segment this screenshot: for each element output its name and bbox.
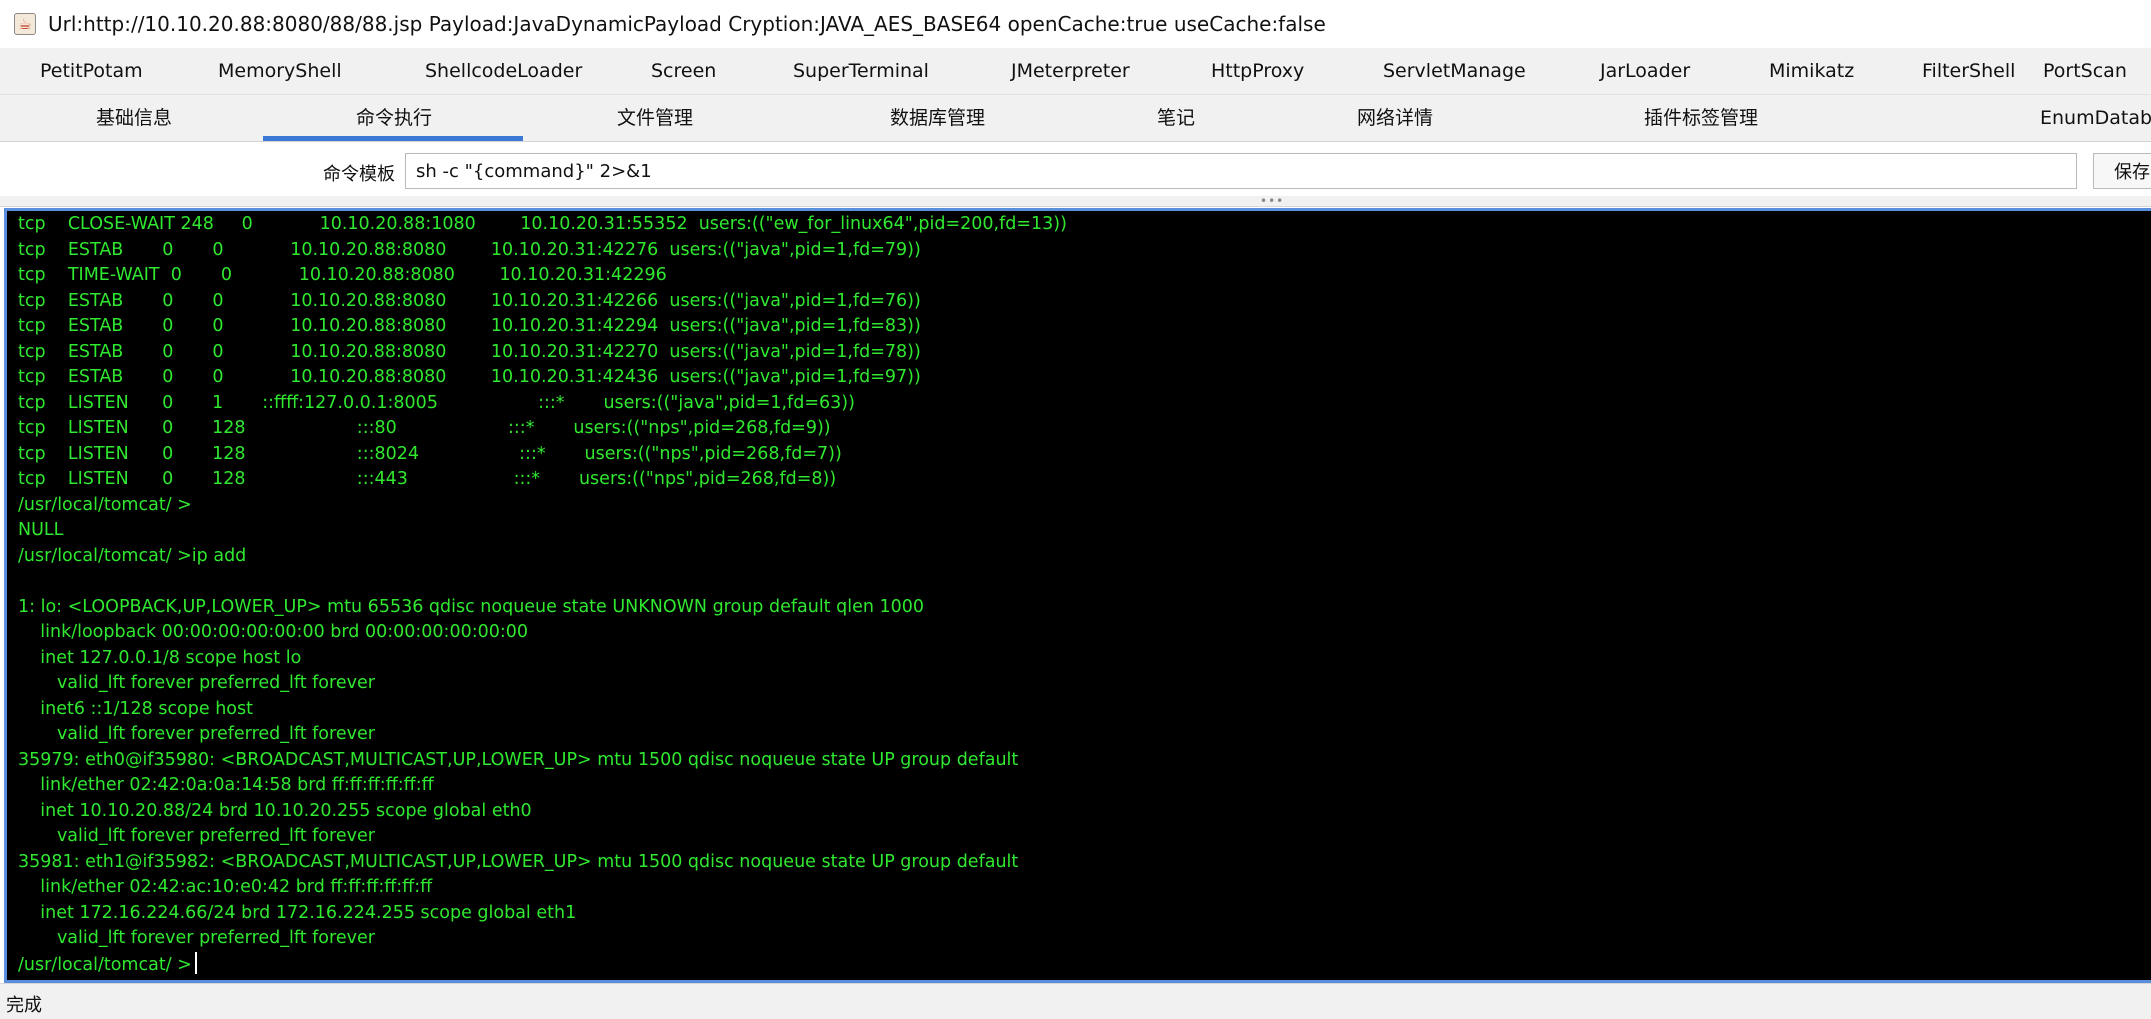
status-bar: 完成 <box>0 983 2151 1019</box>
main-tab-bar: 基础信息 命令执行 文件管理 数据库管理 笔记 网络详情 插件标签管理 EnumDatabas… <box>0 95 2151 142</box>
tab-database-manager[interactable]: 数据库管理 <box>890 95 985 141</box>
command-template-input[interactable] <box>405 153 2077 189</box>
selected-tab-indicator <box>263 136 523 141</box>
tab-plugin-label-manager[interactable]: 插件标签管理 <box>1644 95 1758 141</box>
tab-petitpotam[interactable]: PetitPotam <box>40 48 143 94</box>
save-button[interactable]: 保存 <box>2093 153 2151 189</box>
tab-servletmanage[interactable]: ServletManage <box>1383 48 1526 94</box>
tab-shellcodeloader[interactable]: ShellcodeLoader <box>425 48 582 94</box>
tab-memoryshell[interactable]: MemoryShell <box>218 48 342 94</box>
tab-network-details[interactable]: 网络详情 <box>1357 95 1433 141</box>
tab-superterminal[interactable]: SuperTerminal <box>793 48 929 94</box>
tab-basic-info[interactable]: 基础信息 <box>96 95 172 141</box>
tab-enum-database[interactable]: EnumDatabase <box>2040 95 2151 141</box>
tab-jmeterpreter[interactable]: JMeterpreter <box>1011 48 1130 94</box>
tab-file-manager[interactable]: 文件管理 <box>617 95 693 141</box>
terminal-panel[interactable]: tcp CLOSE-WAIT 248 0 10.10.20.88:1080 10… <box>4 208 2151 983</box>
command-template-label: 命令模板 <box>323 164 395 185</box>
tab-httpproxy[interactable]: HttpProxy <box>1211 48 1304 94</box>
tab-jarloader[interactable]: JarLoader <box>1600 48 1690 94</box>
window-title: Url:http://10.10.20.88:8080/88/88.jsp Pa… <box>48 12 1326 36</box>
panel-splitter[interactable]: ••• <box>0 195 2151 207</box>
tab-filtershell[interactable]: FilterShell <box>1922 48 2015 94</box>
tab-command-exec[interactable]: 命令执行 <box>356 95 432 141</box>
tab-notes[interactable]: 笔记 <box>1157 95 1195 141</box>
text-cursor <box>194 951 197 974</box>
status-text: 完成 <box>6 995 42 1016</box>
plugin-tab-bar: PetitPotam MemoryShell ShellcodeLoader Scre… <box>0 48 2151 95</box>
terminal-output[interactable]: tcp CLOSE-WAIT 248 0 10.10.20.88:1080 10… <box>7 211 2151 978</box>
splitter-grip-icon[interactable]: ••• <box>1260 195 1284 207</box>
tab-screen[interactable]: Screen <box>651 48 716 94</box>
title-bar: ☕ Url:http://10.10.20.88:8080/88/88.jsp … <box>0 0 2151 49</box>
java-app-icon: ☕ <box>14 13 36 35</box>
tab-portscan[interactable]: PortScan <box>2043 48 2127 94</box>
tab-mimikatz[interactable]: Mimikatz <box>1769 48 1854 94</box>
